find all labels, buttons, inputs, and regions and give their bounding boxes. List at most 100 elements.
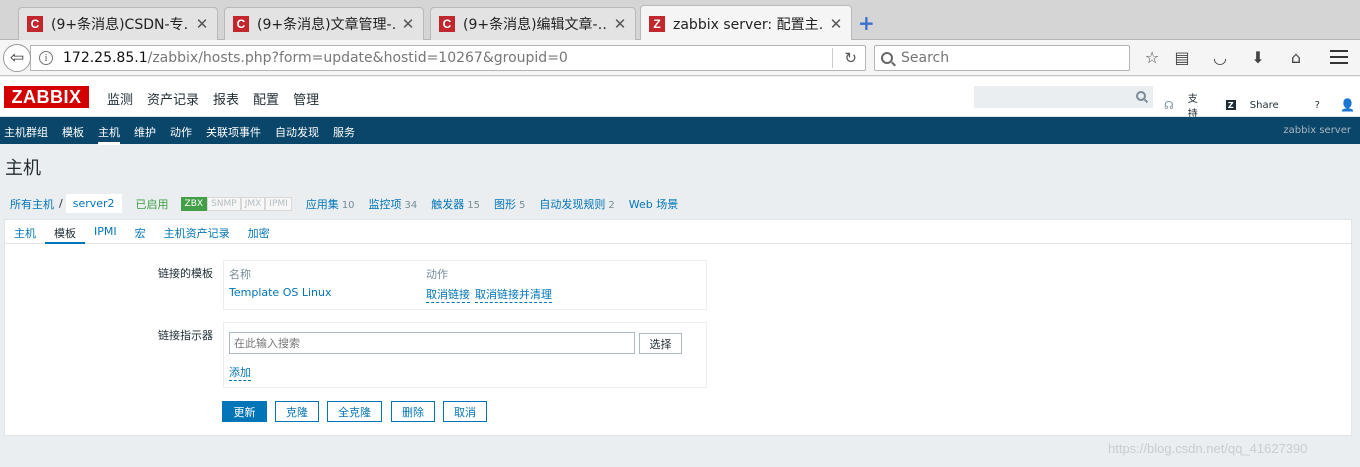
- submenu-actions[interactable]: 动作: [170, 124, 192, 145]
- graphs-link[interactable]: 图形 5: [494, 196, 525, 212]
- items-link[interactable]: 监控项 34: [369, 196, 418, 212]
- applications-label: 应用集: [305, 197, 339, 211]
- breadcrumb-current-host[interactable]: server2: [65, 194, 122, 213]
- browser-tab-3[interactable]: C (9+条消息)编辑文章-… ✕: [430, 7, 636, 40]
- column-header-name: 名称: [229, 268, 251, 281]
- zabbix-search-input[interactable]: [974, 86, 1153, 108]
- status-badge[interactable]: 已启用: [136, 196, 169, 212]
- web-scenarios-link[interactable]: Web 场景: [629, 196, 681, 212]
- user-profile-icon[interactable]: 👤: [1340, 98, 1355, 112]
- reload-icon[interactable]: ↻: [844, 49, 857, 67]
- discovery-rules-link[interactable]: 自动发现规则 2: [539, 196, 614, 212]
- main-menu-inventory[interactable]: 资产记录: [147, 89, 199, 108]
- submenu-services[interactable]: 服务: [333, 124, 355, 145]
- discovery-rules-label: 自动发现规则: [539, 197, 606, 211]
- sub-menu: 主机群组 模板 主机 维护 动作 关联项事件 自动发现 服务 zabbix se…: [0, 117, 1360, 145]
- tab-title: zabbix server: 配置主…: [673, 16, 823, 33]
- share-link[interactable]: Z Share: [1225, 99, 1293, 111]
- web-scenarios-label: Web 场景: [628, 197, 679, 211]
- url-divider: [832, 48, 833, 68]
- applications-count: 10: [341, 199, 355, 211]
- submenu-templates[interactable]: 模板: [62, 124, 84, 145]
- delete-button[interactable]: 删除: [391, 401, 435, 422]
- page-title: 主机: [5, 158, 41, 179]
- tab-encryption[interactable]: 加密: [239, 220, 279, 244]
- browser-search-input[interactable]: [901, 50, 1121, 66]
- template-link[interactable]: Template OS Linux: [229, 286, 331, 299]
- submenu-discovery[interactable]: 自动发现: [275, 124, 319, 145]
- url-host: 172.25.85.1: [63, 50, 148, 66]
- support-label: 支持: [1187, 94, 1198, 120]
- form-tabs: 主机 模板 IPMI 宏 主机资产记录 加密: [5, 220, 1351, 244]
- breadcrumb-all-hosts[interactable]: 所有主机: [10, 196, 54, 212]
- items-count: 34: [404, 199, 418, 211]
- update-button[interactable]: 更新: [222, 401, 267, 422]
- select-button[interactable]: 选择: [639, 333, 682, 354]
- unlink-and-clear-button[interactable]: 取消链接并清理: [475, 286, 552, 303]
- triggers-label: 触发器: [431, 197, 465, 211]
- csdn-favicon-icon: C: [233, 16, 249, 32]
- host-form: 主机 模板 IPMI 宏 主机资产记录 加密 链接的模板 名称 动作 Templ…: [4, 219, 1352, 436]
- back-button[interactable]: ⇦: [3, 44, 31, 72]
- url-bar[interactable]: i 172.25.85.1 /zabbix/hosts.php?form=upd…: [30, 45, 866, 71]
- main-menu: 监测 资产记录 报表 配置 管理: [107, 89, 319, 108]
- main-menu-reports[interactable]: 报表: [213, 89, 239, 108]
- triggers-link[interactable]: 触发器 15: [431, 196, 480, 212]
- tab-macros[interactable]: 宏: [126, 220, 155, 244]
- new-tab-icon[interactable]: +: [858, 11, 875, 35]
- pocket-icon[interactable]: ◡: [1210, 48, 1230, 68]
- snmp-availability: SNMP: [207, 196, 241, 211]
- browser-tab-4[interactable]: Z zabbix server: 配置主… ✕: [640, 5, 852, 41]
- headset-icon: ☊: [1164, 98, 1174, 112]
- zbx-availability: ZBX: [180, 196, 208, 211]
- close-icon[interactable]: ✕: [401, 15, 415, 33]
- host-element-counts: 应用集 10 监控项 34 触发器 15 图形 5 自动发现规则 2 Web 场景: [306, 196, 681, 212]
- graphs-label: 图形: [494, 197, 517, 211]
- submenu-hosts[interactable]: 主机: [98, 124, 120, 145]
- add-link-button[interactable]: 添加: [229, 364, 251, 381]
- tab-host[interactable]: 主机: [5, 220, 45, 244]
- availability-indicators: ZBX SNMP JMX IPMI: [180, 196, 292, 211]
- hamburger-menu-icon[interactable]: [1330, 50, 1348, 68]
- zabbix-favicon-icon: Z: [649, 15, 665, 32]
- close-icon[interactable]: ✕: [829, 15, 843, 33]
- cancel-button[interactable]: 取消: [443, 401, 487, 422]
- zabbix-logo[interactable]: ZABBIX: [4, 86, 89, 108]
- browser-tab-2[interactable]: C (9+条消息)文章管理-… ✕: [224, 7, 424, 40]
- search-icon[interactable]: [1136, 91, 1146, 101]
- main-menu-administration[interactable]: 管理: [293, 89, 319, 108]
- submenu-correlation[interactable]: 关联项事件: [206, 124, 261, 145]
- bookmark-star-icon[interactable]: ☆: [1142, 48, 1162, 68]
- search-icon: [881, 52, 893, 64]
- clone-button[interactable]: 克隆: [275, 401, 319, 422]
- help-link[interactable]: ?: [1315, 100, 1320, 111]
- link-indicator-box: 选择 添加: [223, 322, 707, 388]
- support-link[interactable]: ☊ 支持: [1164, 90, 1212, 120]
- tab-templates[interactable]: 模板: [45, 220, 85, 244]
- home-icon[interactable]: ⌂: [1286, 48, 1306, 68]
- tab-inventory[interactable]: 主机资产记录: [155, 220, 239, 244]
- column-header-action: 动作: [426, 268, 448, 281]
- applications-link[interactable]: 应用集 10: [306, 196, 355, 212]
- reading-list-icon[interactable]: ▤: [1172, 48, 1192, 68]
- main-menu-monitoring[interactable]: 监测: [107, 89, 133, 108]
- main-menu-configuration[interactable]: 配置: [253, 89, 279, 108]
- close-icon[interactable]: ✕: [195, 15, 209, 33]
- url-path: /zabbix/hosts.php?form=update&hostid=102…: [147, 50, 568, 66]
- full-clone-button[interactable]: 全克隆: [327, 401, 382, 422]
- tab-ipmi[interactable]: IPMI: [85, 220, 126, 244]
- info-icon[interactable]: i: [39, 51, 53, 65]
- close-icon[interactable]: ✕: [613, 15, 627, 33]
- unlink-button[interactable]: 取消链接: [426, 286, 470, 303]
- template-search-input[interactable]: [229, 332, 635, 354]
- submenu-maintenance[interactable]: 维护: [134, 124, 156, 145]
- items-label: 监控项: [368, 197, 402, 211]
- tab-title: (9+条消息)文章管理-…: [257, 17, 395, 33]
- sub-menu-items: 主机群组 模板 主机 维护 动作 关联项事件 自动发现 服务: [4, 124, 355, 145]
- triggers-count: 15: [467, 199, 481, 211]
- submenu-host-groups[interactable]: 主机群组: [4, 124, 48, 145]
- share-label: Share: [1249, 99, 1279, 111]
- download-icon[interactable]: ⬇: [1248, 48, 1268, 68]
- browser-search-box[interactable]: [874, 45, 1130, 71]
- browser-tab-1[interactable]: C (9+条消息)CSDN-专… ✕: [18, 7, 218, 40]
